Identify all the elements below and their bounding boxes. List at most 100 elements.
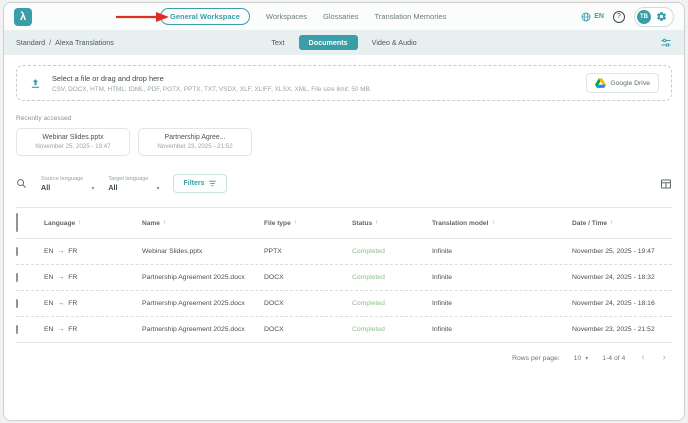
model-cell: Infinite	[432, 326, 572, 333]
header-file-type[interactable]: File type↑	[264, 220, 352, 227]
avatar[interactable]: TB	[637, 10, 651, 24]
table-row[interactable]: EN→FR Partnership Agreement 2025.docx DO…	[16, 317, 672, 343]
recent-card-name: Webinar Slides.pptx	[29, 134, 117, 141]
recently-accessed-cards: Webinar Slides.pptx November 25, 2025 - …	[16, 128, 672, 156]
language-cell: EN→FR	[44, 248, 142, 255]
arrow-right-icon: →	[57, 274, 64, 281]
sort-arrow-icon: ↑	[610, 220, 613, 226]
help-icon[interactable]: ?	[613, 11, 625, 23]
help-glyph: ?	[617, 13, 621, 20]
nav-item-translation-memories[interactable]: Translation Memories	[374, 12, 446, 21]
top-right-controls: EN ? TB	[581, 7, 674, 27]
breadcrumb-separator: /	[49, 38, 51, 47]
tab-text[interactable]: Text	[261, 35, 294, 50]
header-name[interactable]: Name↑	[142, 220, 264, 227]
tab-video-audio[interactable]: Video & Audio	[362, 35, 427, 50]
model-cell: Infinite	[432, 300, 572, 307]
chevron-down-icon: ▾	[585, 355, 588, 362]
chevron-down-icon: ▾	[156, 185, 159, 192]
nav-item-general-workspace[interactable]: General Workspace	[160, 8, 250, 25]
source-language-value: All	[41, 183, 83, 192]
table-row[interactable]: EN→FR Partnership Agreement 2025.docx DO…	[16, 265, 672, 291]
main-nav: General Workspace Workspaces Glossaries …	[160, 8, 446, 25]
language-cell: EN→FR	[44, 274, 142, 281]
language-cell: EN→FR	[44, 326, 142, 333]
source-language-select[interactable]: Source language All ▾	[41, 176, 94, 192]
model-cell: Infinite	[432, 248, 572, 255]
breadcrumb-alexa-translations[interactable]: Alexa Translations	[55, 38, 114, 47]
alexa-translations-logo[interactable]: λ	[14, 8, 32, 26]
date-cell: November 24, 2025 - 18:16	[572, 300, 672, 307]
recent-card[interactable]: Webinar Slides.pptx November 25, 2025 - …	[16, 128, 130, 156]
prev-page-button[interactable]: ‹	[639, 353, 646, 363]
date-cell: November 24, 2025 - 18:32	[572, 274, 672, 281]
filter-icon	[208, 179, 217, 188]
table-view-icon[interactable]	[660, 178, 672, 190]
pagination: Rows per page: 10 ▾ 1-4 of 4 ‹ ›	[16, 343, 672, 373]
header-date-time[interactable]: Date / Time↑	[572, 220, 672, 227]
row-checkbox[interactable]	[16, 325, 18, 334]
language-code: EN	[594, 13, 604, 20]
dropzone-text: Select a file or drag and drop here CSV,…	[52, 74, 372, 93]
google-drive-button[interactable]: Google Drive	[586, 73, 659, 93]
google-drive-label: Google Drive	[610, 80, 650, 87]
status-badge: Completed	[352, 300, 432, 307]
language-cell: EN→FR	[44, 300, 142, 307]
tab-documents[interactable]: Documents	[299, 35, 358, 50]
globe-icon	[581, 12, 591, 22]
chevron-down-icon: ▾	[91, 185, 94, 192]
documents-table: Language↑ Name↑ File type↑ Status↑ Trans…	[16, 207, 672, 343]
name-cell: Webinar Slides.pptx	[142, 248, 264, 255]
header-language[interactable]: Language↑	[44, 220, 142, 227]
source-language-label: Source language	[41, 176, 83, 182]
sort-arrow-icon: ↑	[491, 220, 494, 226]
search-icon[interactable]	[16, 178, 27, 189]
main-content: Select a file or drag and drop here CSV,…	[4, 55, 684, 420]
rows-per-page-select[interactable]: 10 ▾	[574, 355, 589, 362]
arrow-right-icon: →	[57, 248, 64, 255]
header-status[interactable]: Status↑	[352, 220, 432, 227]
arrow-right-icon: →	[57, 300, 64, 307]
target-language-label: Target language	[108, 176, 148, 182]
breadcrumb-standard[interactable]: Standard	[16, 38, 45, 47]
row-checkbox[interactable]	[16, 273, 18, 282]
table-row[interactable]: EN→FR Partnership Agreement 2025.docx DO…	[16, 291, 672, 317]
recent-card[interactable]: Partnership Agree... November 23, 2025 -…	[138, 128, 252, 156]
recently-accessed-title: Recently accessed	[16, 115, 672, 122]
row-checkbox[interactable]	[16, 299, 18, 308]
filter-row: Source language All ▾ Target language Al…	[16, 174, 672, 193]
select-all-checkbox[interactable]	[16, 213, 18, 232]
row-checkbox[interactable]	[16, 247, 18, 256]
name-cell: Partnership Agreement 2025.docx	[142, 300, 264, 307]
sort-arrow-icon: ↑	[163, 220, 166, 226]
name-cell: Partnership Agreement 2025.docx	[142, 326, 264, 333]
name-cell: Partnership Agreement 2025.docx	[142, 274, 264, 281]
date-cell: November 25, 2025 - 19:47	[572, 248, 672, 255]
nav-item-workspaces[interactable]: Workspaces	[266, 12, 307, 21]
content-type-tabs: Text Documents Video & Audio	[261, 35, 426, 50]
header-translation-model[interactable]: Translation model↑	[432, 220, 572, 227]
status-badge: Completed	[352, 326, 432, 333]
app-window: λ General Workspace Workspaces Glossarie…	[3, 2, 685, 421]
logo-glyph: λ	[20, 11, 26, 23]
language-selector[interactable]: EN	[581, 12, 604, 22]
gear-icon[interactable]	[656, 11, 667, 22]
dropzone-title: Select a file or drag and drop here	[52, 74, 372, 83]
recent-card-date: November 23, 2025 - 21:52	[151, 143, 239, 150]
filters-button[interactable]: Filters	[173, 174, 227, 193]
sort-arrow-icon: ↑	[375, 220, 378, 226]
status-badge: Completed	[352, 274, 432, 281]
nav-item-glossaries[interactable]: Glossaries	[323, 12, 358, 21]
sort-arrow-icon: ↑	[78, 220, 81, 226]
tune-icon[interactable]	[660, 37, 672, 49]
target-language-value: All	[108, 183, 148, 192]
file-type-cell: DOCX	[264, 274, 352, 281]
filters-label: Filters	[183, 180, 204, 187]
file-type-cell: DOCX	[264, 326, 352, 333]
target-language-select[interactable]: Target language All ▾	[108, 176, 159, 192]
next-page-button[interactable]: ›	[661, 353, 668, 363]
table-row[interactable]: EN→FR Webinar Slides.pptx PPTX Completed…	[16, 239, 672, 265]
sort-arrow-icon: ↑	[294, 220, 297, 226]
file-dropzone[interactable]: Select a file or drag and drop here CSV,…	[16, 65, 672, 101]
breadcrumb: Standard / Alexa Translations	[16, 38, 261, 47]
